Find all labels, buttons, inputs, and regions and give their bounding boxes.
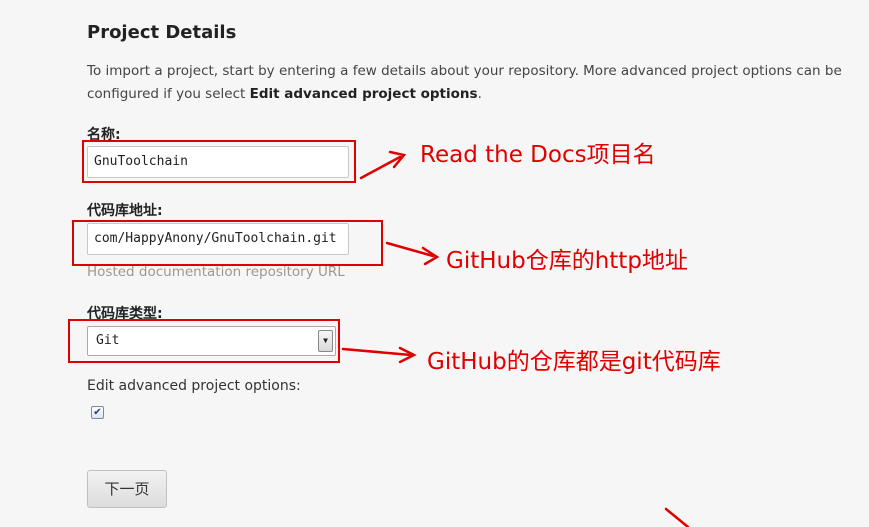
annotation-type-note: GitHub的仓库都是git代码库 <box>427 349 721 375</box>
annotation-arrows <box>341 150 690 527</box>
arrow-partial-bottom <box>664 507 690 527</box>
annotation-repo-note: GitHub仓库的http地址 <box>446 248 688 274</box>
annotation-name-note: Read the Docs项目名 <box>420 142 656 168</box>
arrow-type <box>341 347 413 357</box>
